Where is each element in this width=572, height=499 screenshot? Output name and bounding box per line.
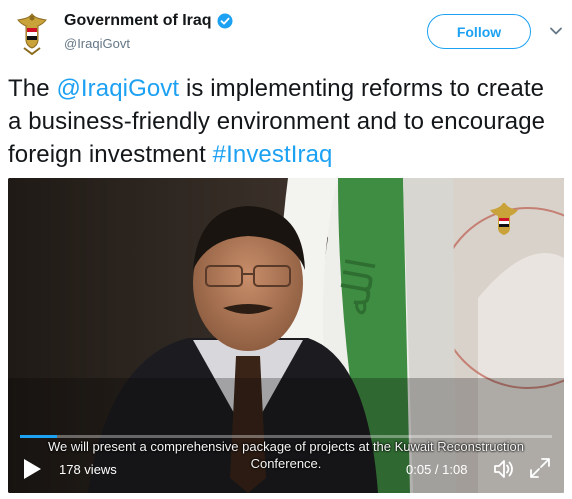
- chevron-down-icon[interactable]: [549, 24, 563, 38]
- tweet-text: The @IraqiGovt is implementing reforms t…: [8, 72, 564, 171]
- video-time: 0:05 / 1:08: [406, 462, 468, 477]
- video-player[interactable]: الله We will present a comprehensive pac…: [8, 178, 564, 493]
- follow-button[interactable]: Follow: [427, 14, 531, 49]
- fullscreen-icon[interactable]: [529, 457, 551, 479]
- view-count: 178 views: [59, 462, 117, 477]
- volume-icon[interactable]: [492, 457, 516, 481]
- hashtag-link[interactable]: #InvestIraq: [213, 141, 333, 168]
- tweet-header: Government of Iraq @IraqiGovt Follow: [0, 0, 572, 70]
- video-controls: 178 views 0:05 / 1:08: [8, 450, 564, 486]
- account-handle[interactable]: @IraqiGovt: [64, 36, 130, 51]
- mention-link[interactable]: @IraqiGovt: [56, 75, 179, 102]
- avatar[interactable]: [12, 10, 52, 56]
- verified-badge-icon: [217, 13, 233, 29]
- tweet-text-part1: The: [8, 75, 57, 102]
- play-icon[interactable]: [22, 458, 42, 480]
- account-name[interactable]: Government of Iraq: [64, 12, 233, 30]
- account-name-text[interactable]: Government of Iraq: [64, 12, 212, 30]
- eagle-emblem-icon: [17, 13, 47, 56]
